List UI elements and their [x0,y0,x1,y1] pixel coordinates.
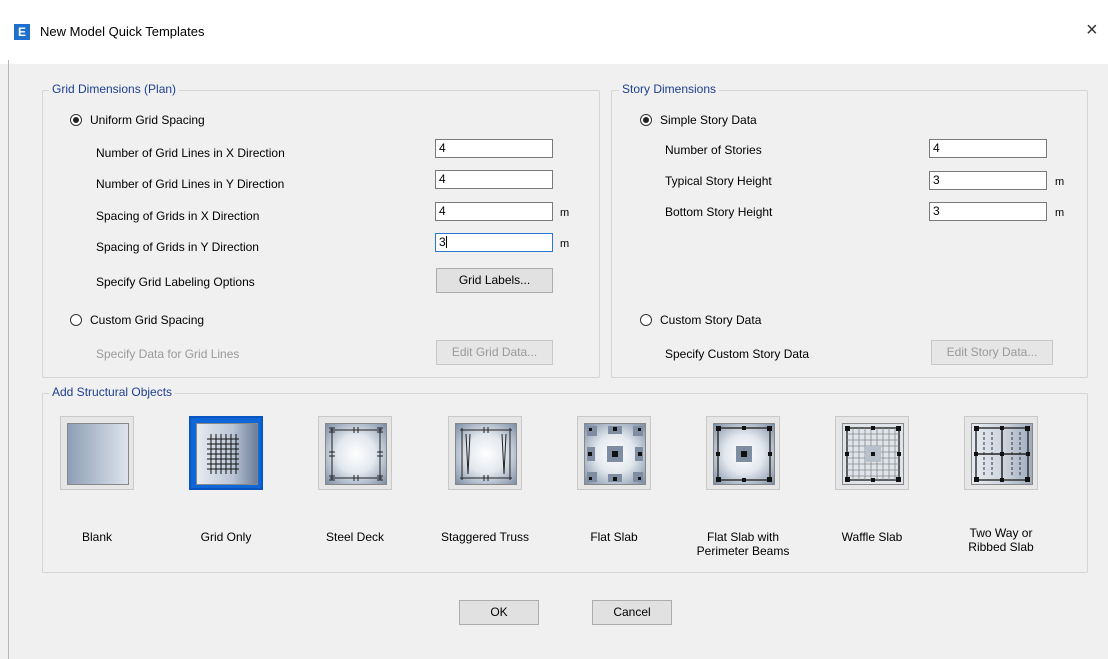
grid-x-count-label: Number of Grid Lines in X Direction [96,146,285,160]
template-two-way-ribbed-tile[interactable] [964,416,1038,490]
grid-y-spacing-value: 3 [439,235,446,249]
template-flat-slab-label: Flat Slab [590,530,638,544]
template-flat-slab-perimeter-tile[interactable] [706,416,780,490]
typical-story-height-unit: m [1055,176,1065,188]
template-grid-only-label: Grid Only [200,530,252,544]
grid-labels-button[interactable]: Grid Labels... [436,268,553,293]
number-of-stories-input[interactable]: 4 [929,139,1047,158]
uniform-grid-radio[interactable] [70,114,82,126]
template-flat-slab-perimeter-label: Flat Slab with Perimeter Beams [688,530,798,558]
structural-objects-legend: Add Structural Objects [49,385,176,399]
template-steel-deck-label: Steel Deck [325,530,385,544]
flat-slab-perimeter-preview [713,423,775,485]
flat-slab-perimeter-label-line2: Perimeter Beams [696,544,790,558]
grid-labeling-label: Specify Grid Labeling Options [96,275,255,289]
grid-y-count-input[interactable]: 4 [435,170,553,189]
template-waffle-slab-label: Waffle Slab [841,530,903,544]
staggered-truss-preview [455,423,517,485]
window-title: New Model Quick Templates [40,24,205,39]
flat-slab-preview [584,423,646,485]
custom-grid-radio[interactable] [70,314,82,326]
grid-x-spacing-unit: m [560,207,570,219]
steel-deck-preview [325,423,387,485]
custom-grid-label: Custom Grid Spacing [90,313,205,327]
template-steel-deck-tile[interactable] [318,416,392,490]
template-blank-tile[interactable] [60,416,134,490]
story-dimensions-legend: Story Dimensions [619,82,720,96]
typical-story-height-label: Typical Story Height [665,174,772,188]
story-dimensions-group [611,90,1088,378]
grid-x-spacing-label: Spacing of Grids in X Direction [96,209,260,223]
two-way-ribbed-preview [971,423,1033,485]
blank-preview [67,423,129,485]
two-way-ribbed-label-line2: Ribbed Slab [968,540,1034,554]
template-flat-slab-tile[interactable] [577,416,651,490]
bottom-story-height-unit: m [1055,207,1065,219]
edit-story-data-button[interactable]: Edit Story Data... [931,340,1053,365]
text-caret [445,236,447,248]
grid-y-spacing-input[interactable]: 3 [435,233,553,252]
two-way-ribbed-label-line1: Two Way or [969,526,1033,540]
ok-button[interactable]: OK [459,600,539,625]
grid-y-count-label: Number of Grid Lines in Y Direction [96,177,285,191]
template-staggered-truss-tile[interactable] [448,416,522,490]
bottom-story-height-input[interactable]: 3 [929,202,1047,221]
grid-x-spacing-input[interactable]: 4 [435,202,553,221]
waffle-slab-preview [842,423,904,485]
simple-story-label: Simple Story Data [660,113,757,127]
title-bar: E New Model Quick Templates × [0,0,1108,64]
flat-slab-perimeter-label-line1: Flat Slab with [706,530,780,544]
typical-story-height-input[interactable]: 3 [929,171,1047,190]
edit-grid-data-button[interactable]: Edit Grid Data... [436,340,553,365]
simple-story-radio[interactable] [640,114,652,126]
grid-y-spacing-label: Spacing of Grids in Y Direction [96,240,259,254]
grid-lines-data-label: Specify Data for Grid Lines [96,347,240,361]
template-grid-only-tile[interactable] [189,416,263,490]
bottom-story-height-label: Bottom Story Height [665,205,773,219]
grid-only-preview [196,423,258,485]
number-of-stories-label: Number of Stories [665,143,762,157]
custom-story-data-label: Specify Custom Story Data [665,347,810,361]
custom-story-radio[interactable] [640,314,652,326]
grid-x-count-input[interactable]: 4 [435,139,553,158]
uniform-grid-label: Uniform Grid Spacing [90,113,205,127]
close-icon[interactable]: × [1086,20,1098,40]
template-staggered-truss-label: Staggered Truss [440,530,530,544]
custom-story-label: Custom Story Data [660,313,762,327]
grid-dimensions-legend: Grid Dimensions (Plan) [49,82,180,96]
etabs-app-icon: E [14,24,30,40]
template-two-way-ribbed-label: Two Way or Ribbed Slab [946,526,1056,554]
cancel-button[interactable]: Cancel [592,600,672,625]
grid-y-spacing-unit: m [560,238,570,250]
template-waffle-slab-tile[interactable] [835,416,909,490]
template-blank-label: Blank [81,530,113,544]
